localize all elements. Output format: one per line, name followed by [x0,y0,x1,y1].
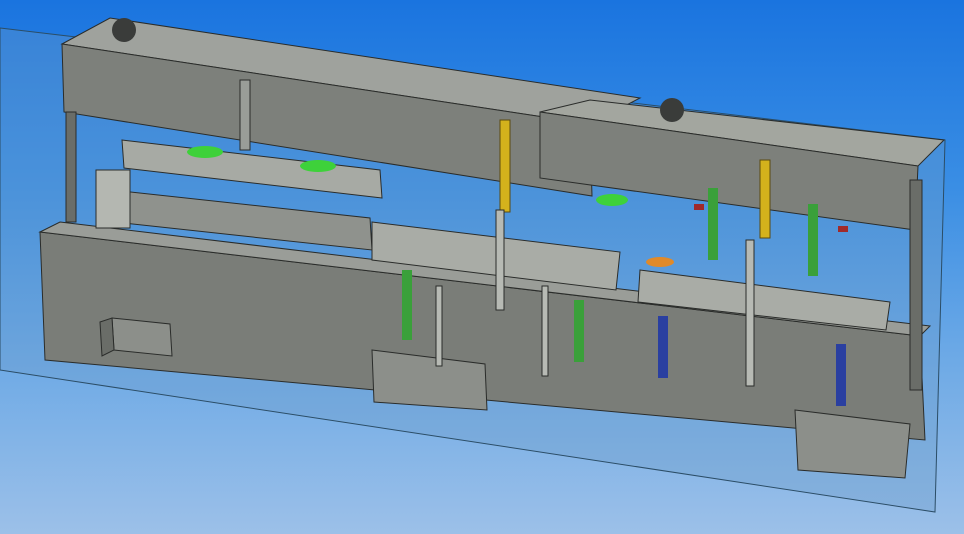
center-shaft-1 [495,209,505,311]
foot-left [111,317,173,357]
foot-left-front [99,317,115,357]
green-spring-3 [708,188,718,260]
center-shaft-4 [541,285,549,377]
cad-viewport[interactable] [0,0,964,534]
side-bar-left [65,111,77,223]
die-assembly-model[interactable] [0,0,964,534]
green-spring-4 [808,204,818,276]
green-disc-3 [596,194,628,206]
green-disc-1 [187,146,223,158]
guide-post-1 [95,169,131,229]
center-shaft-3 [435,285,443,367]
red-bolt-1 [694,204,704,210]
red-bolt-2 [838,226,848,232]
center-shaft-2 [745,239,755,387]
blue-spring-2 [836,344,846,406]
side-bar-right [909,179,923,391]
yellow-pin-left [499,119,511,213]
green-disc-2 [300,160,336,172]
blue-spring-1 [658,316,668,378]
bolt-hole-left [112,18,136,42]
bolt-hole-right [660,98,684,122]
green-spring-2 [574,300,584,362]
yellow-pin-right [759,159,771,239]
orange-disc [646,257,674,267]
guide-post-2 [239,79,251,151]
green-spring-1 [402,270,412,340]
